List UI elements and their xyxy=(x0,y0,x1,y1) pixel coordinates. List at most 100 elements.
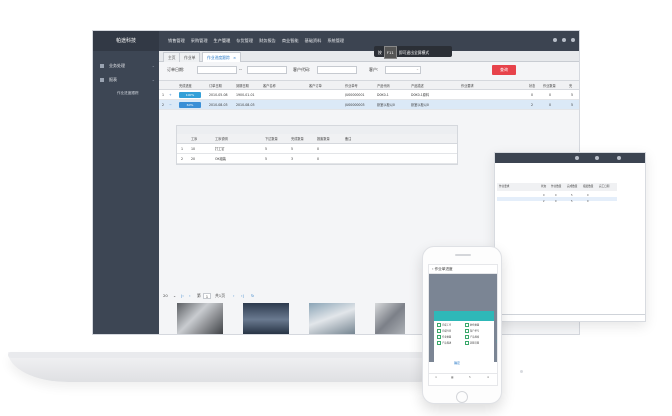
sidebar-item-reports[interactable]: 报表 ⌄ xyxy=(93,73,159,87)
col-header[interactable]: 状态 xyxy=(541,183,546,191)
job-qty: 0 xyxy=(549,93,552,97)
col-header[interactable]: 完成数量 xyxy=(291,134,304,144)
next-page-icon[interactable]: › xyxy=(233,291,235,301)
col-header[interactable]: 完成数量 xyxy=(567,183,577,191)
column-option[interactable]: 产品规格 xyxy=(465,335,479,340)
filter-bar: 订单日期: -- 客户代码: 客户: ⌄ 查询 xyxy=(159,62,579,78)
subgrid-row[interactable]: 1 10 打工钉 5 5 0 xyxy=(177,144,457,154)
col-header[interactable]: 工序说明 xyxy=(215,134,228,144)
done-qty: 5 xyxy=(571,200,573,203)
job-qty: 0 xyxy=(549,103,552,107)
operation-subgrid: 工序 工序说明 下达数量 完成数量 报废数量 备注 1 10 打工钉 5 5 0… xyxy=(176,125,458,165)
refresh-icon[interactable]: ↻ xyxy=(251,291,254,301)
col-header[interactable]: 完工日期 xyxy=(599,183,609,191)
device-mockup: 帕途科技 销售管理 采购管理 生产管理 存货管理 财务报告 商业智能 基础资料 … xyxy=(0,0,672,416)
date-to-input[interactable] xyxy=(247,66,287,74)
logout-icon[interactable] xyxy=(617,156,621,160)
nav-item[interactable]: 系统管理 xyxy=(324,31,347,51)
tablet-row[interactable]: 2 0 5 0 xyxy=(497,199,617,205)
chevron-down-icon: ⌄ xyxy=(415,67,419,71)
sidebar-item-label: 报表 xyxy=(109,77,117,82)
page-size-select[interactable]: 20 xyxy=(163,291,168,301)
tab-home[interactable]: 主页 xyxy=(163,52,181,62)
job-number: JU00000001 xyxy=(345,93,365,97)
nav-item[interactable]: 财务报告 xyxy=(256,31,279,51)
product-photo[interactable] xyxy=(243,303,289,334)
step-code: 20 xyxy=(191,157,196,161)
column-option[interactable]: 到期日期 xyxy=(465,341,479,346)
table-row-selected[interactable]: 2 − 60% 2010-08-03 2010-08-03 JU00000003… xyxy=(159,100,579,110)
first-page-icon[interactable]: |‹ xyxy=(181,291,184,301)
product-photo[interactable] xyxy=(309,303,355,334)
phone-home-button[interactable] xyxy=(456,391,468,403)
pager: 20 ⌄ |‹ ‹ 第 1 共1页 › ›| ↻ xyxy=(161,291,421,301)
nav-item-active[interactable]: 生产管理 xyxy=(211,31,234,51)
col-header[interactable]: 作业要求 xyxy=(499,183,509,191)
phone-speaker xyxy=(455,254,471,256)
sidebar-subitem-progress[interactable]: 作业进度跟踪 xyxy=(93,87,159,99)
chevron-down-icon: ⌄ xyxy=(151,77,155,82)
col-header[interactable]: 报废数量 xyxy=(317,134,330,144)
nav-item[interactable]: 销售管理 xyxy=(165,31,188,51)
nav-item[interactable]: 基础资料 xyxy=(302,31,325,51)
col-header[interactable]: 备注 xyxy=(345,134,351,144)
step-desc: 打工钉 xyxy=(215,147,225,151)
close-icon[interactable]: × xyxy=(435,376,437,379)
chevron-down-icon: ⌄ xyxy=(151,63,155,68)
column-option[interactable]: 完成工序 xyxy=(437,323,451,328)
table-row[interactable]: 1 + 100% 2010-05-08 1900-01-01 JU0000000… xyxy=(159,90,579,100)
col-header[interactable]: 报废数量 xyxy=(583,183,593,191)
subgrid-header: 工序 工序说明 下达数量 完成数量 报废数量 备注 xyxy=(177,134,457,144)
product-photo[interactable] xyxy=(375,303,405,334)
subgrid-band xyxy=(177,126,457,134)
brand-logo: 帕途科技 xyxy=(93,31,159,51)
page-number-input[interactable]: 1 xyxy=(203,293,211,299)
top-bar: 帕途科技 销售管理 采购管理 生产管理 存货管理 财务报告 商业智能 基础资料 … xyxy=(93,31,579,51)
tab-job-progress[interactable]: 作业进度跟踪 × xyxy=(202,52,242,62)
settings-icon[interactable] xyxy=(595,156,599,160)
product-desc: D0K0-1原料 xyxy=(411,93,430,97)
sidebar-item-business[interactable]: 业务处理 ⌄ xyxy=(93,59,159,73)
customer-code-input[interactable] xyxy=(317,66,357,74)
nav-item[interactable]: 存货管理 xyxy=(233,31,256,51)
column-option[interactable]: 产品描述 xyxy=(437,341,451,346)
refresh-icon[interactable]: ↻ xyxy=(469,376,471,379)
column-option[interactable]: 剩余数量 xyxy=(465,323,479,328)
tablet-grid-header: 作业要求 状态 作业数量 完成数量 报废数量 完工日期 xyxy=(497,183,617,191)
logout-icon[interactable] xyxy=(571,38,575,42)
job-number: JU00000003 xyxy=(345,103,365,107)
subgrid-row[interactable]: 2 20 OK组装 5 3 0 xyxy=(177,154,457,164)
chevron-down-icon[interactable]: ⌄ xyxy=(173,291,176,301)
prev-page-icon[interactable]: ‹ xyxy=(189,291,191,301)
job-progress-grid: 完成进度 订单日期 到期日期 客户名称 客户订单 作业单号 产品代码 产品描述 … xyxy=(159,80,579,110)
settings-icon[interactable] xyxy=(562,38,566,42)
done-qty: 5 xyxy=(291,147,294,151)
col-header[interactable]: 工序 xyxy=(191,134,197,144)
confirm-button[interactable]: 确定 xyxy=(454,361,460,365)
row-number: 1 xyxy=(162,93,165,97)
customer-select[interactable]: ⌄ xyxy=(385,66,421,74)
column-option[interactable]: 完成时间 xyxy=(437,329,451,334)
user-icon[interactable] xyxy=(575,156,579,160)
collapse-icon[interactable]: − xyxy=(169,100,172,110)
chevron-right-icon[interactable]: › xyxy=(496,338,497,345)
product-photo[interactable] xyxy=(177,303,223,334)
user-icon[interactable] xyxy=(553,38,557,42)
job-qty: 0 xyxy=(555,200,557,203)
column-option[interactable]: 客户单号 xyxy=(465,329,479,334)
menu-icon[interactable]: ≡ xyxy=(487,376,489,379)
nav-item[interactable]: 采购管理 xyxy=(188,31,211,51)
nav-item[interactable]: 商业智能 xyxy=(279,31,302,51)
tab-job-order[interactable]: 作业单 xyxy=(179,52,201,62)
grid-icon[interactable]: ▦ xyxy=(451,376,453,379)
close-icon[interactable]: × xyxy=(233,55,236,60)
date-from-input[interactable] xyxy=(197,66,237,74)
col-header[interactable]: 作业数量 xyxy=(551,183,561,191)
last-page-icon[interactable]: ›| xyxy=(241,291,244,301)
progress-badge: 60% xyxy=(179,102,201,108)
tablet-divider xyxy=(495,314,645,315)
column-option[interactable]: 作业数量 xyxy=(437,335,451,340)
col-header[interactable]: 下达数量 xyxy=(265,134,278,144)
expand-icon[interactable]: + xyxy=(169,90,172,100)
search-button[interactable]: 查询 xyxy=(492,65,516,75)
